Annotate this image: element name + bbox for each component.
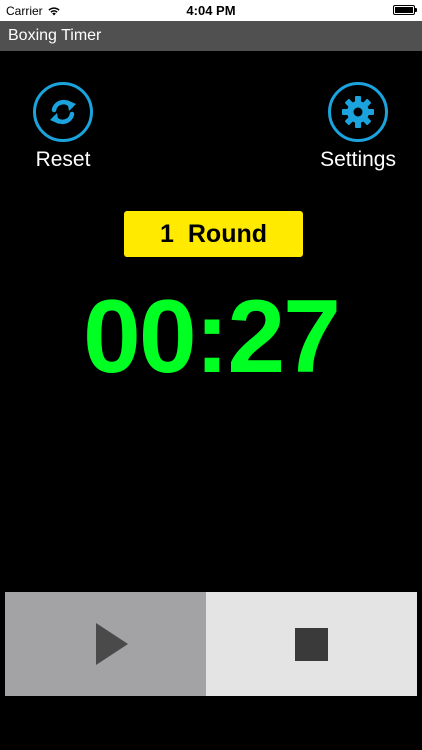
round-label: Round	[187, 219, 268, 248]
battery-level	[395, 7, 413, 13]
settings-button[interactable]: Settings	[320, 82, 396, 172]
reset-label: Reset	[35, 148, 91, 171]
timer-display: 00:27	[83, 279, 341, 395]
settings-circle[interactable]	[328, 82, 389, 142]
settings-label: Settings	[320, 148, 396, 171]
app-title-bar: Boxing Timer	[0, 21, 422, 51]
battery-icon	[393, 5, 417, 15]
stop-button[interactable]	[206, 592, 417, 696]
gear-icon	[342, 96, 375, 128]
play-button[interactable]	[5, 592, 206, 696]
refresh-icon	[50, 99, 76, 125]
play-icon	[95, 623, 128, 665]
reset-circle[interactable]	[33, 82, 93, 142]
status-time: 4:04 PM	[186, 3, 236, 18]
app-title: Boxing Timer	[8, 27, 102, 44]
status-bar: Carrier 4:04 PM	[0, 0, 422, 21]
round-badge: 1 Round	[124, 211, 303, 257]
stop-icon	[295, 627, 328, 661]
reset-button[interactable]: Reset	[33, 82, 93, 172]
round-number: 1	[159, 219, 174, 248]
